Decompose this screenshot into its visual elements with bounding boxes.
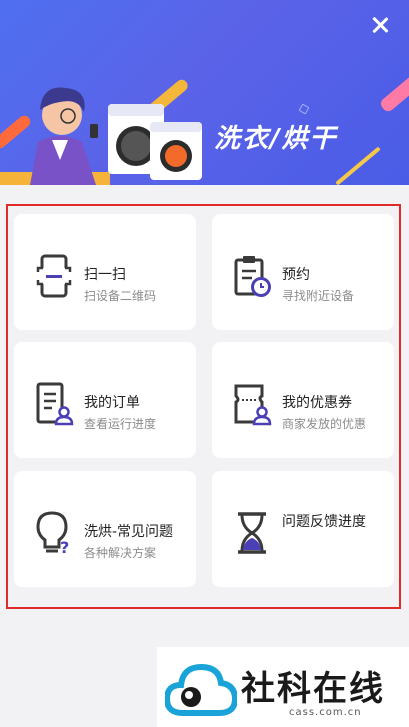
card-title: 扫一扫 bbox=[84, 267, 126, 283]
card-title: 问题反馈进度 bbox=[282, 514, 366, 530]
orders-card[interactable]: 我的订单 查看运行进度 bbox=[14, 342, 196, 458]
lightbulb-question-icon: ? bbox=[36, 511, 69, 555]
watermark-url: cass.com.cn bbox=[289, 707, 362, 718]
decor-stripe-yellow-2 bbox=[335, 146, 381, 185]
scan-card[interactable]: 扫一扫 扫设备二维码 bbox=[14, 214, 196, 330]
order-user-icon bbox=[36, 382, 74, 426]
coupon-user-icon bbox=[234, 384, 272, 426]
watermark-text: 社科在线 bbox=[241, 669, 385, 709]
clipboard-clock-icon bbox=[234, 256, 271, 297]
card-title: 洗烘-常见问题 bbox=[84, 524, 174, 540]
card-title: 我的优惠券 bbox=[282, 395, 352, 411]
card-title: 预约 bbox=[282, 267, 310, 283]
svg-text:?: ? bbox=[60, 538, 69, 555]
faq-card[interactable]: ? 洗烘-常见问题 各种解决方案 bbox=[14, 471, 196, 587]
card-title: 我的订单 bbox=[84, 395, 140, 411]
coupons-card[interactable]: 我的优惠券 商家发放的优惠 bbox=[212, 342, 394, 458]
header-banner: 洗衣/烘干 bbox=[0, 0, 409, 185]
hourglass-icon bbox=[238, 512, 266, 554]
card-subtitle: 各种解决方案 bbox=[84, 546, 157, 560]
scan-phone-icon bbox=[36, 254, 72, 298]
cloud-logo-icon bbox=[165, 663, 237, 716]
card-subtitle: 查看运行进度 bbox=[84, 417, 157, 431]
decor-stripe-pink bbox=[378, 64, 409, 114]
reserve-card[interactable]: 预约 寻找附近设备 bbox=[212, 214, 394, 330]
close-icon[interactable] bbox=[369, 14, 391, 36]
decor-square bbox=[298, 103, 310, 115]
card-subtitle: 扫设备二维码 bbox=[84, 289, 157, 303]
watermark: 社科在线 cass.com.cn bbox=[157, 647, 409, 727]
card-subtitle: 寻找附近设备 bbox=[282, 289, 355, 303]
laundry-illustration bbox=[0, 87, 202, 185]
page-title: 洗衣/烘干 bbox=[214, 124, 338, 154]
feedback-card[interactable]: 问题反馈进度 bbox=[212, 471, 394, 587]
card-subtitle: 商家发放的优惠 bbox=[282, 417, 367, 431]
